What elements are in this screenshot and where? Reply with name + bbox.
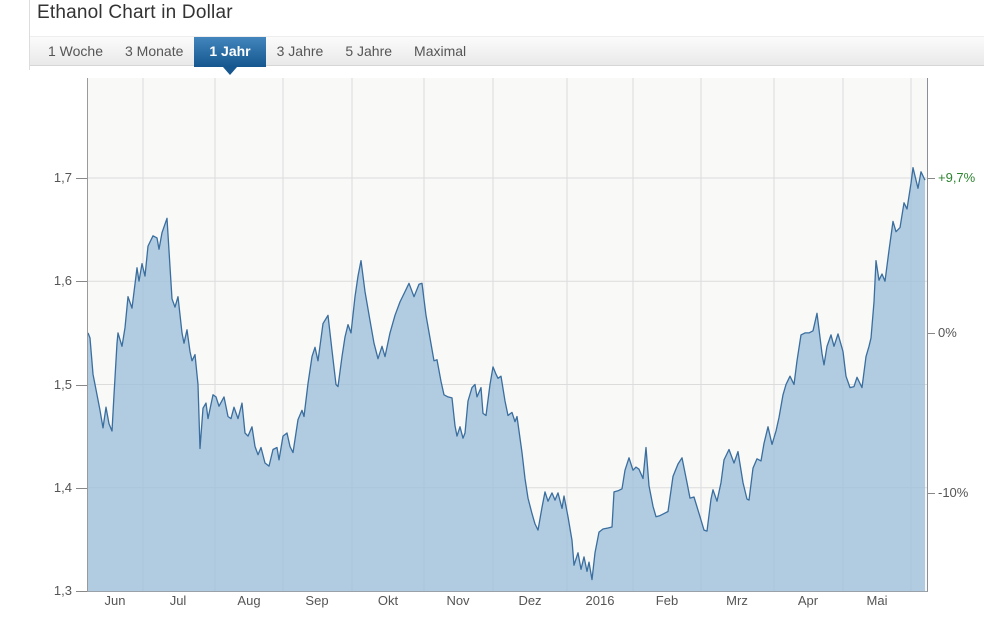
y-axis-tick — [76, 281, 87, 282]
y-axis-label: 1,6 — [26, 273, 72, 289]
y-axis-tick — [76, 385, 87, 386]
y-axis-tick — [76, 488, 87, 489]
x-axis-month-label: Apr — [776, 593, 840, 608]
y-axis-label: 1,5 — [26, 377, 72, 393]
plot-area — [87, 78, 928, 592]
x-axis-month-label: Jun — [83, 593, 147, 608]
x-axis-month-label: Sep — [285, 593, 349, 608]
y-axis-label: 1,7 — [26, 170, 72, 186]
x-axis-month-label: Nov — [426, 593, 490, 608]
x-axis-month-label: Feb — [635, 593, 699, 608]
right-axis-label: 0% — [938, 325, 957, 341]
y-axis-tick — [76, 178, 87, 179]
page: Ethanol Chart in Dollar 1 Woche3 Monate1… — [0, 0, 984, 624]
right-axis-tick — [928, 333, 935, 334]
y-axis-label: 1,3 — [26, 583, 72, 599]
right-axis-tick — [928, 178, 935, 179]
right-axis-tick — [928, 493, 935, 494]
x-axis-month-label: Aug — [217, 593, 281, 608]
x-axis-month-label: Mai — [845, 593, 909, 608]
x-axis-month-label: 2016 — [568, 593, 632, 608]
percent-change-label: +9,7% — [938, 170, 975, 186]
x-axis-month-label: Jul — [146, 593, 210, 608]
right-axis-label: -10% — [938, 485, 968, 501]
x-axis-month-label: Dez — [498, 593, 562, 608]
chart-area: 1,7 1,6 1,5 1,4 1,3 +9,7% 0% -10% JunJul Aug Sep Ok… — [0, 0, 984, 624]
x-axis-month-label: Mrz — [705, 593, 769, 608]
y-axis-label: 1,4 — [26, 480, 72, 496]
y-axis-tick — [76, 591, 87, 592]
x-axis-month-label: Okt — [356, 593, 420, 608]
price-area-chart — [88, 78, 927, 591]
price-area-fill — [88, 168, 925, 591]
